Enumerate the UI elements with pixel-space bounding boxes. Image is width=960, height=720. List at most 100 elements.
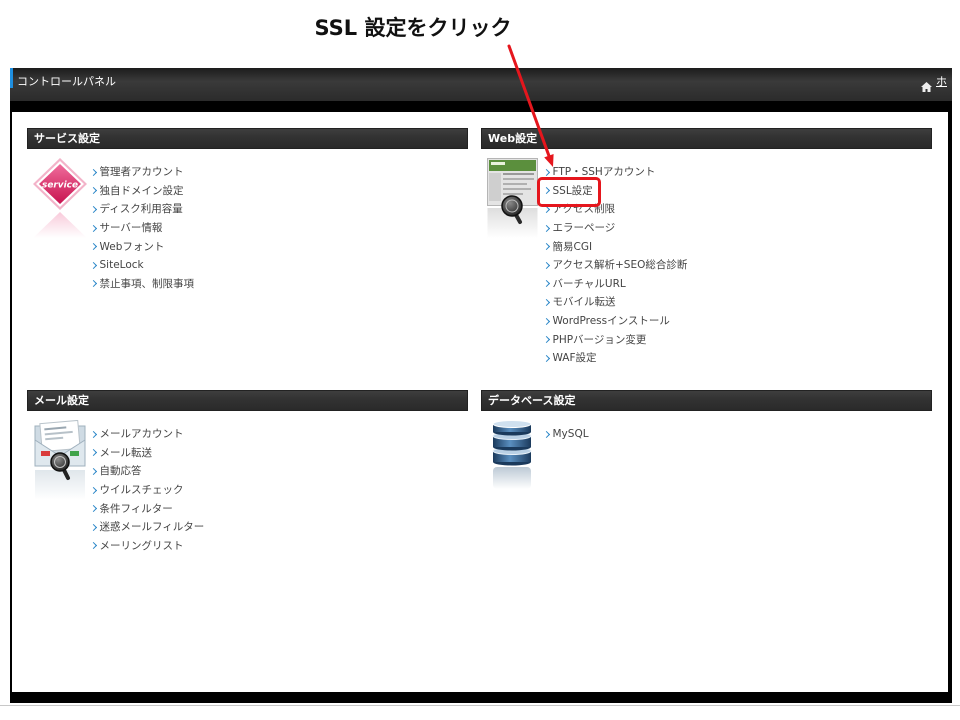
chevron-right-icon	[89, 205, 98, 214]
link-auto-reply[interactable]: 自動応答	[89, 462, 204, 481]
link-mobile-redirect[interactable]: モバイル転送	[542, 293, 687, 312]
chevron-right-icon	[89, 542, 98, 550]
link-label[interactable]: バーチャルURL	[553, 277, 626, 291]
link-virtual-url[interactable]: バーチャルURL	[542, 275, 687, 294]
mail-envelope-icon	[33, 419, 87, 500]
link-custom-domain-settings[interactable]: 独自ドメイン設定	[89, 182, 194, 201]
section-title: データベース設定	[488, 394, 576, 407]
chevron-right-icon	[542, 430, 551, 438]
chevron-right-icon	[89, 243, 98, 251]
section-title: メール設定	[34, 394, 89, 407]
link-label[interactable]: 管理者アカウント	[100, 165, 184, 179]
chevron-right-icon	[542, 261, 551, 269]
link-mailing-list[interactable]: メーリングリスト	[89, 537, 204, 556]
link-label[interactable]: エラーページ	[553, 221, 616, 235]
link-label[interactable]: 条件フィルター	[100, 502, 173, 516]
chevron-right-icon	[89, 280, 98, 288]
section-header-mail: メール設定	[27, 390, 468, 411]
chevron-right-icon	[89, 430, 98, 438]
mail-links: メールアカウント メール転送 自動応答 ウイルスチェック 条件フィルター 迷惑メ…	[89, 425, 205, 556]
top-bar: コントロールパネル ホ	[10, 68, 952, 101]
chevron-right-icon	[542, 243, 551, 251]
link-label[interactable]: 独自ドメイン設定	[100, 184, 184, 198]
chevron-right-icon	[542, 298, 551, 306]
service-logo-text: service	[42, 181, 78, 191]
section-header-database: データベース設定	[481, 390, 932, 411]
chevron-right-icon	[89, 449, 98, 457]
chevron-right-icon	[89, 224, 98, 232]
chevron-right-icon	[89, 467, 98, 476]
link-php-version[interactable]: PHPバージョン変更	[542, 330, 687, 349]
settings-content: サービス設定 service 管理者アカウント 独自ドメイン設定 ディスク利用容…	[12, 112, 948, 692]
link-access-analytics-seo[interactable]: アクセス解析+SEO総合診断	[542, 256, 688, 275]
home-icon[interactable]	[921, 77, 932, 92]
bottom-divider	[0, 705, 960, 706]
chevron-right-icon	[89, 486, 98, 494]
chevron-right-icon	[542, 280, 551, 288]
link-label[interactable]: 簡易CGI	[553, 240, 593, 254]
link-server-info[interactable]: サーバー情報	[89, 219, 194, 238]
chevron-right-icon	[542, 354, 551, 362]
link-label[interactable]: モバイル転送	[553, 295, 616, 309]
chevron-right-icon	[89, 505, 98, 513]
link-web-fonts[interactable]: Webフォント	[89, 237, 194, 256]
link-mysql[interactable]: MySQL	[542, 425, 589, 444]
link-label[interactable]: 禁止事項、制限事項	[100, 277, 195, 291]
chevron-right-icon	[89, 261, 98, 269]
section-header-service: サービス設定	[27, 128, 468, 149]
link-spam-filter[interactable]: 迷惑メールフィルター	[89, 518, 205, 537]
link-simple-cgi[interactable]: 簡易CGI	[542, 237, 687, 256]
link-mail-account[interactable]: メールアカウント	[89, 425, 204, 444]
link-label[interactable]: SSL設定	[553, 184, 593, 198]
link-label[interactable]: Webフォント	[100, 240, 165, 254]
service-links: 管理者アカウント 独自ドメイン設定 ディスク利用容量 サーバー情報 Webフォン…	[89, 163, 195, 294]
link-admin-account[interactable]: 管理者アカウント	[89, 163, 194, 182]
link-label[interactable]: メール転送	[100, 446, 153, 460]
link-ftp-ssh-account[interactable]: FTP・SSHアカウント	[542, 163, 687, 182]
link-label[interactable]: アクセス制限	[553, 202, 615, 216]
chevron-right-icon	[542, 336, 551, 344]
chevron-right-icon	[89, 523, 98, 531]
service-diamond-icon: service	[33, 158, 87, 238]
link-filter-rules[interactable]: 条件フィルター	[89, 499, 204, 518]
control-panel: コントロールパネル ホ サービス設定 service 管理者アカウント 独自ドメ…	[10, 68, 952, 703]
section-title: サービス設定	[34, 132, 100, 145]
link-label[interactable]: PHPバージョン変更	[553, 333, 647, 347]
link-label[interactable]: サーバー情報	[100, 221, 163, 235]
link-label[interactable]: WordPressインストール	[553, 314, 670, 328]
link-label[interactable]: メールアカウント	[100, 427, 184, 441]
link-error-pages[interactable]: エラーページ	[542, 219, 687, 238]
chevron-right-icon	[89, 168, 98, 176]
link-label[interactable]: 迷惑メールフィルター	[100, 520, 205, 534]
link-label[interactable]: SiteLock	[100, 258, 144, 272]
chevron-right-icon	[89, 187, 98, 195]
link-ssl-settings[interactable]: SSL設定	[542, 182, 687, 201]
chevron-right-icon	[542, 224, 551, 232]
link-access-restriction[interactable]: アクセス制限	[542, 200, 687, 219]
web-page-magnifier-icon	[487, 158, 539, 238]
chevron-right-icon	[542, 187, 551, 195]
link-waf-settings[interactable]: WAF設定	[542, 349, 687, 368]
link-label[interactable]: WAF設定	[553, 351, 597, 365]
link-mail-forwarding[interactable]: メール転送	[89, 444, 204, 463]
link-label[interactable]: ウイルスチェック	[100, 483, 184, 497]
home-link[interactable]: ホ	[936, 75, 947, 89]
link-label[interactable]: アクセス解析+SEO総合診断	[553, 258, 688, 272]
link-label[interactable]: MySQL	[553, 427, 589, 441]
annotation-arrow	[507, 44, 554, 167]
link-label[interactable]: メーリングリスト	[100, 539, 184, 553]
chevron-right-icon	[542, 205, 551, 214]
database-links: MySQL	[542, 425, 589, 444]
panel-title: コントロールパネル	[17, 75, 116, 88]
link-label[interactable]: FTP・SSHアカウント	[553, 165, 656, 179]
link-wordpress-install[interactable]: WordPressインストール	[542, 312, 687, 331]
link-sitelock[interactable]: SiteLock	[89, 256, 194, 275]
link-virus-check[interactable]: ウイルスチェック	[89, 481, 204, 500]
chevron-right-icon	[542, 317, 551, 325]
link-label[interactable]: ディスク利用容量	[100, 202, 183, 216]
instruction-callout: SSL 設定をクリック	[314, 16, 512, 40]
link-prohibited-restrictions[interactable]: 禁止事項、制限事項	[89, 275, 195, 294]
link-disk-usage[interactable]: ディスク利用容量	[89, 200, 194, 219]
web-links: FTP・SSHアカウント SSL設定 アクセス制限 エラーページ 簡易CGI ア…	[542, 163, 688, 368]
link-label[interactable]: 自動応答	[100, 464, 142, 478]
